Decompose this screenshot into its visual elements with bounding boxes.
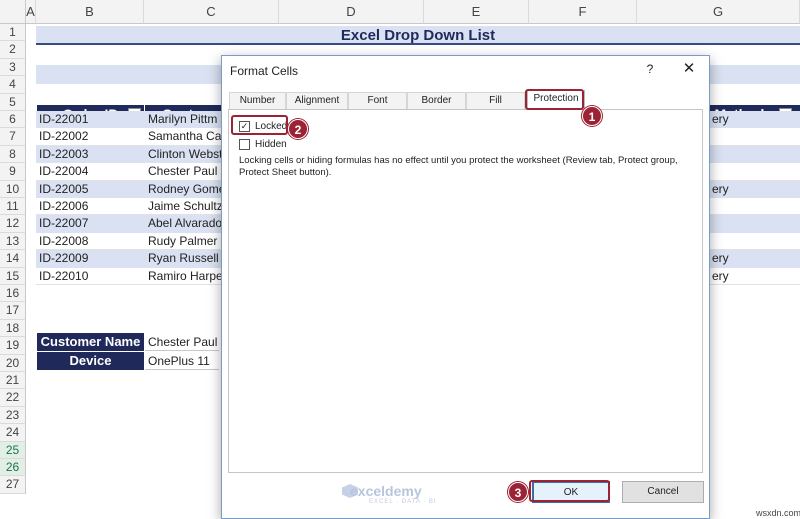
method-cell[interactable]: ery: [709, 250, 789, 267]
row-header[interactable]: 27: [0, 476, 26, 494]
row-header[interactable]: 5: [0, 93, 26, 111]
order-id-cell[interactable]: ID-22002: [36, 128, 144, 145]
order-id-cell[interactable]: ID-22007: [36, 215, 144, 232]
row-header[interactable]: 17: [0, 302, 26, 320]
customer-cell[interactable]: Rodney Gome: [145, 181, 221, 198]
column-header-e[interactable]: E: [424, 0, 529, 24]
row-header[interactable]: 2: [0, 41, 26, 59]
device-value[interactable]: OnePlus 11: [145, 352, 219, 370]
row-header[interactable]: 8: [0, 145, 26, 164]
tab-fill[interactable]: Fill: [466, 92, 525, 109]
customer-cell[interactable]: Abel Alvarado: [145, 215, 221, 232]
row-header[interactable]: 10: [0, 180, 26, 198]
help-icon[interactable]: ?: [641, 60, 659, 78]
step-marker-3: 3: [508, 482, 528, 502]
row-header[interactable]: 24: [0, 424, 26, 442]
row-header[interactable]: 15: [0, 267, 26, 285]
order-id-cell[interactable]: ID-22010: [36, 268, 144, 285]
column-header-a[interactable]: A: [26, 0, 36, 24]
column-header-c[interactable]: C: [144, 0, 279, 24]
method-cell[interactable]: ery: [709, 111, 789, 128]
row-header[interactable]: 23: [0, 406, 26, 425]
method-cell[interactable]: [709, 128, 789, 145]
customer-cell[interactable]: Samantha Ca: [145, 128, 221, 145]
protection-tab-highlight: [525, 89, 584, 110]
ok-button-highlight: [529, 480, 610, 502]
row-header[interactable]: 4: [0, 76, 26, 94]
close-icon[interactable]: ✕: [680, 60, 698, 78]
order-id-cell[interactable]: ID-22005: [36, 181, 144, 198]
sheet-title: Excel Drop Down List: [36, 26, 800, 45]
tab-number[interactable]: Number: [229, 92, 286, 109]
customer-name-value[interactable]: Chester Paul: [145, 333, 219, 351]
step-marker-1: 1: [582, 106, 602, 126]
credit-text: wsxdn.com: [756, 508, 800, 518]
watermark: exceldemy: [350, 483, 422, 499]
watermark-tagline: EXCEL · DATA · BI: [369, 499, 437, 505]
hidden-label: Hidden: [255, 139, 287, 150]
order-id-cell[interactable]: ID-22008: [36, 233, 144, 250]
protection-note: Locking cells or hiding formulas has no …: [239, 155, 678, 178]
hidden-checkbox[interactable]: [239, 139, 250, 150]
order-id-cell[interactable]: ID-22001: [36, 111, 144, 128]
row-header[interactable]: 22: [0, 389, 26, 407]
customer-cell[interactable]: Clinton Webst: [145, 146, 221, 163]
device-label: Device: [37, 352, 144, 370]
method-cell[interactable]: [709, 163, 789, 180]
tab-alignment[interactable]: Alignment: [286, 92, 348, 109]
customer-cell[interactable]: Rudy Palmer: [145, 233, 221, 250]
row-header[interactable]: 9: [0, 163, 26, 181]
tab-font[interactable]: Font: [348, 92, 407, 109]
row-header[interactable]: 18: [0, 319, 26, 338]
protection-panel: ✓ Locked Hidden Locking cells or hiding …: [228, 109, 703, 473]
order-id-cell[interactable]: ID-22003: [36, 146, 144, 163]
row-header[interactable]: 21: [0, 372, 26, 390]
locked-highlight: [231, 115, 288, 135]
customer-cell[interactable]: Ryan Russell: [145, 250, 221, 267]
column-header-b[interactable]: B: [36, 0, 144, 24]
customer-name-label: Customer Name: [37, 333, 144, 351]
cancel-button[interactable]: Cancel: [622, 481, 704, 503]
column-header-f[interactable]: F: [529, 0, 637, 24]
row-header[interactable]: 26: [0, 459, 26, 477]
method-cell[interactable]: ery: [709, 268, 789, 285]
row-header[interactable]: 3: [0, 58, 26, 77]
row-header[interactable]: 11: [0, 198, 26, 216]
row-header[interactable]: 19: [0, 337, 26, 355]
row-header[interactable]: 6: [0, 111, 26, 129]
step-marker-2: 2: [288, 119, 308, 139]
row-header[interactable]: 16: [0, 285, 26, 303]
select-all-corner[interactable]: [0, 0, 26, 24]
customer-cell[interactable]: Marilyn Pittm: [145, 111, 221, 128]
column-header-d[interactable]: D: [279, 0, 424, 24]
method-cell[interactable]: [709, 215, 789, 232]
method-cell[interactable]: [709, 233, 789, 250]
customer-cell[interactable]: Chester Paul: [145, 163, 221, 180]
method-cell[interactable]: [709, 146, 789, 163]
column-header-g[interactable]: G: [637, 0, 800, 24]
row-header[interactable]: 13: [0, 232, 26, 251]
row-header[interactable]: 7: [0, 128, 26, 146]
tab-border[interactable]: Border: [407, 92, 466, 109]
method-cell[interactable]: [709, 198, 789, 215]
row-header[interactable]: 25: [0, 441, 26, 459]
dialog-title: Format Cells: [230, 64, 299, 78]
row-header[interactable]: 12: [0, 215, 26, 233]
row-header[interactable]: 20: [0, 354, 26, 372]
order-id-cell[interactable]: ID-22006: [36, 198, 144, 215]
customer-cell[interactable]: Jaime Schultz: [145, 198, 221, 215]
order-id-cell[interactable]: ID-22009: [36, 250, 144, 267]
row-header[interactable]: 14: [0, 250, 26, 268]
method-cell[interactable]: ery: [709, 181, 789, 198]
order-id-cell[interactable]: ID-22004: [36, 163, 144, 180]
customer-cell[interactable]: Ramiro Harpe: [145, 268, 221, 285]
row-header[interactable]: 1: [0, 24, 26, 42]
